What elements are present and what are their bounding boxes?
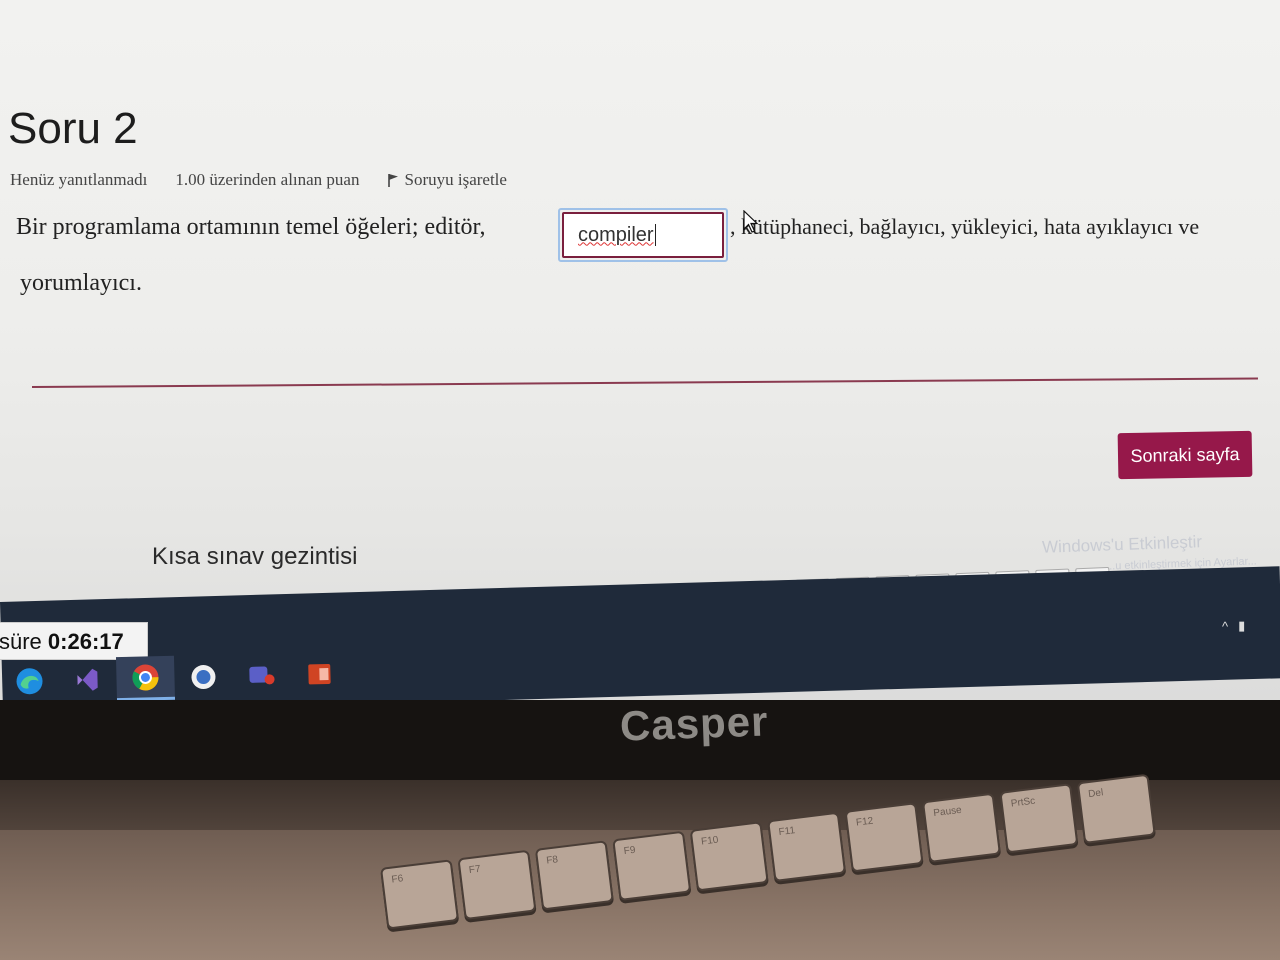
question-text-line2: yorumlayıcı. <box>20 270 142 296</box>
key-del: Del <box>1076 773 1156 844</box>
chrome-icon[interactable] <box>115 655 176 702</box>
system-tray: ^ ▮ <box>1222 618 1245 634</box>
key-f10: F10 <box>689 821 769 892</box>
divider <box>31 377 1258 388</box>
question-points: 1.00 üzerinden alınan puan <box>175 170 360 189</box>
text-caret <box>654 224 656 246</box>
timer-label: süre <box>0 629 42 654</box>
flag-icon <box>388 173 399 187</box>
quiz-navigation-title: Kısa sınav gezintisi <box>152 543 358 570</box>
next-page-button[interactable]: Sonraki sayfa <box>1117 430 1253 480</box>
key-f12: F12 <box>844 802 924 873</box>
chevron-up-icon[interactable]: ^ <box>1222 619 1228 634</box>
question-meta: Henüz yanıtlanmadı 1.00 üzerinden alınan… <box>10 170 507 190</box>
key-f6: F6 <box>380 859 460 930</box>
key-f9: F9 <box>612 830 692 902</box>
timer-value: 0:26:17 <box>47 629 124 654</box>
teams-icon[interactable] <box>232 653 291 698</box>
key-pause: Pause <box>921 792 1001 863</box>
mouse-cursor-icon <box>743 210 759 233</box>
question-text-before: Bir programlama ortamının temel öğeleri;… <box>16 214 486 240</box>
key-f8: F8 <box>534 840 614 911</box>
key-prtsc: PrtSc <box>999 783 1079 854</box>
answer-input[interactable]: compiler <box>558 208 728 262</box>
question-title: Soru 2 <box>8 104 138 153</box>
answer-field[interactable]: compiler <box>562 212 724 258</box>
flag-label: Soruyu işaretle <box>404 170 507 189</box>
flag-question-link[interactable]: Soruyu işaretle <box>387 170 507 190</box>
microphone-icon[interactable]: ▮ <box>1238 618 1245 634</box>
key-f11: F11 <box>767 811 847 883</box>
edge-icon[interactable] <box>0 659 59 704</box>
key-f7: F7 <box>457 849 537 921</box>
powerpoint-icon[interactable] <box>290 651 349 696</box>
visual-studio-icon[interactable] <box>58 657 117 702</box>
question-text-after: , kütüphaneci, bağlayıcı, yükleyici, hat… <box>730 214 1200 239</box>
app-icon[interactable] <box>174 654 233 699</box>
answer-value: compiler <box>578 223 654 246</box>
question-status: Henüz yanıtlanmadı <box>10 170 148 189</box>
laptop-brand-logo: Casper <box>619 697 770 750</box>
quiz-timer: süre 0:26:17 <box>0 622 148 660</box>
windows-activation-watermark: Windows'u Etkinleştir <box>1041 532 1203 557</box>
